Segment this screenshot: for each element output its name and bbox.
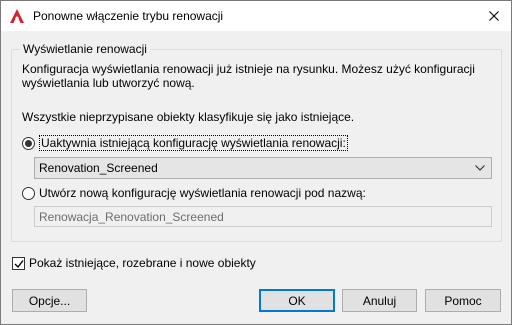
radio-existing-label: Uaktywnia istniejącą konfigurację wyświe… bbox=[39, 135, 348, 151]
radio-new-config[interactable]: Utwórz nową konfigurację wyświetlania re… bbox=[22, 185, 366, 201]
cancel-button[interactable]: Anuluj bbox=[342, 289, 417, 312]
close-icon bbox=[489, 11, 499, 21]
checkbox-checked[interactable] bbox=[12, 256, 25, 270]
checkmark-icon bbox=[14, 259, 24, 268]
dialog-window: Ponowne włączenie trybu renowacji Wyświe… bbox=[0, 0, 512, 325]
close-button[interactable] bbox=[477, 1, 511, 31]
title-bar[interactable]: Ponowne włączenie trybu renowacji bbox=[1, 1, 511, 31]
radio-button-unchecked[interactable] bbox=[22, 186, 35, 200]
show-objects-checkbox[interactable]: Pokaż istniejące, rozebrane i nowe obiek… bbox=[12, 256, 256, 270]
autocad-a-icon bbox=[9, 8, 25, 24]
chevron-down-icon bbox=[475, 165, 485, 171]
radio-button-checked[interactable] bbox=[22, 136, 35, 150]
group-description: Konfiguracja wyświetlania renowacji już … bbox=[22, 62, 475, 90]
existing-config-dropdown[interactable]: Renovation_Screened bbox=[34, 157, 492, 179]
unassigned-note: Wszystkie nieprzypisane obiekty klasyfik… bbox=[22, 110, 355, 124]
dropdown-value: Renovation_Screened bbox=[39, 161, 158, 175]
new-config-name-value: Renowacja_Renovation_Screened bbox=[39, 209, 224, 224]
window-title: Ponowne włączenie trybu renowacji bbox=[33, 9, 224, 23]
options-button[interactable]: Opcje... bbox=[12, 289, 87, 312]
radio-new-label: Utwórz nową konfigurację wyświetlania re… bbox=[39, 186, 366, 200]
help-button[interactable]: Pomoc bbox=[425, 289, 501, 312]
show-objects-label: Pokaż istniejące, rozebrane i nowe obiek… bbox=[29, 256, 256, 270]
new-config-name-input[interactable]: Renowacja_Renovation_Screened bbox=[34, 206, 492, 227]
ok-button[interactable]: OK bbox=[259, 289, 335, 312]
group-label: Wyświetlanie renowacji bbox=[20, 42, 150, 56]
radio-existing-config[interactable]: Uaktywnia istniejącą konfigurację wyświe… bbox=[22, 135, 348, 151]
